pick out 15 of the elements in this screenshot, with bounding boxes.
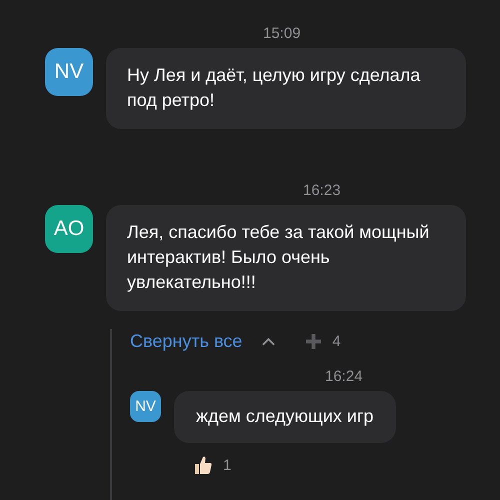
message-time: 15:09 bbox=[263, 24, 302, 44]
reaction-count: 1 bbox=[223, 456, 232, 474]
message-time: 16:24 bbox=[325, 367, 364, 387]
thumbs-up-icon[interactable] bbox=[193, 455, 213, 475]
message-bubble: Ну Лея и даёт, целую игру сделала под ретро! bbox=[106, 48, 466, 129]
message-bubble: Лея, спасибо тебе за такой мощный интерактив! Было очень увлекательно!!! bbox=[106, 205, 466, 311]
chevron-icon[interactable] bbox=[262, 336, 276, 346]
message-time: 16:23 bbox=[303, 181, 342, 201]
collapse-all-link[interactable]: Свернуть все bbox=[130, 330, 242, 352]
user-avatar[interactable]: NV bbox=[130, 391, 161, 422]
message-bubble: ждем следующих игр bbox=[174, 391, 396, 443]
plus-icon[interactable] bbox=[306, 334, 322, 348]
user-avatar[interactable]: NV bbox=[45, 48, 93, 96]
reply-count: 4 bbox=[332, 332, 341, 350]
user-avatar[interactable]: AO bbox=[45, 205, 93, 253]
